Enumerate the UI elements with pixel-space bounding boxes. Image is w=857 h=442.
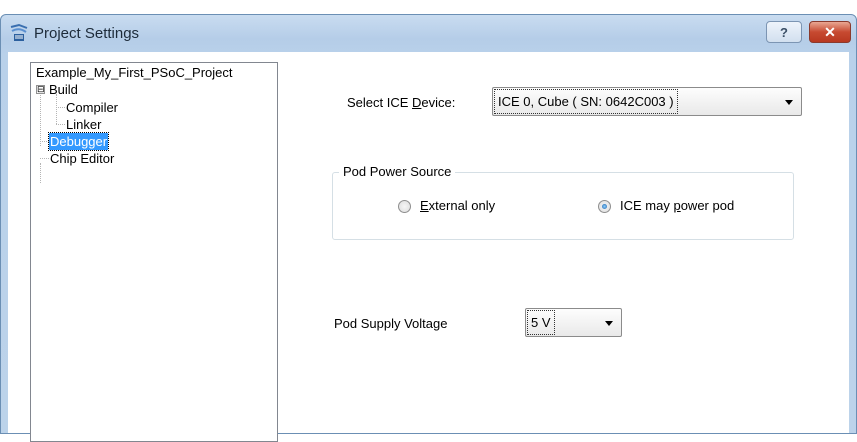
external-label-text: xternal only: [428, 198, 496, 213]
help-button[interactable]: ?: [766, 21, 802, 43]
pod-voltage-value: 5 V: [527, 310, 555, 335]
collapse-icon[interactable]: ⊟: [36, 85, 45, 94]
tree-connector: [40, 163, 41, 183]
tree-connector: [40, 158, 49, 159]
tree-item-linker[interactable]: Linker: [65, 116, 102, 133]
ice-device-label: Select ICE Device:: [347, 95, 455, 110]
dialog-client-area: Example_My_First_PSoC_Project ⊟ Build Co…: [8, 52, 849, 442]
tree-item-debugger[interactable]: Debugger: [47, 132, 110, 151]
settings-tree[interactable]: Example_My_First_PSoC_Project ⊟ Build Co…: [30, 62, 278, 442]
tree-connector: [56, 107, 65, 108]
ice-power-label-text: ICE may: [620, 198, 674, 213]
external-accel: E: [420, 198, 429, 213]
pod-voltage-select[interactable]: 5 V: [525, 308, 622, 337]
radio-external-only-label[interactable]: External only: [420, 198, 495, 213]
tree-item-project-root[interactable]: Example_My_First_PSoC_Project: [35, 64, 234, 81]
tree-connector: [40, 90, 41, 146]
ice-power-label-text: ower pod: [680, 198, 735, 213]
project-settings-dialog: Project Settings ? ✕ Example_My_First_PS…: [0, 14, 857, 442]
radio-external-only[interactable]: [398, 200, 411, 213]
tree-item-chip-editor[interactable]: Chip Editor: [49, 150, 115, 167]
ice-device-select[interactable]: ICE 0, Cube ( SN: 0642C003 ): [492, 87, 802, 116]
tree-connector: [56, 124, 65, 125]
tree-item-build[interactable]: Build: [48, 81, 79, 98]
tree-connector: [56, 94, 57, 124]
ice-device-label-text: Select ICE: [347, 95, 413, 110]
title-bar: Project Settings ? ✕: [1, 15, 856, 53]
chevron-down-icon: [605, 320, 613, 326]
window-title: Project Settings: [34, 25, 140, 42]
ice-device-label-text: evice:: [421, 95, 456, 110]
ice-device-label-accel: D: [412, 95, 422, 110]
radio-ice-may-power-pod-label[interactable]: ICE may power pod: [620, 198, 734, 213]
tree-connector: [40, 141, 49, 142]
cropped-caption-strip: ​: [0, 0, 857, 12]
close-button[interactable]: ✕: [809, 21, 851, 43]
pod-power-source-title: Pod Power Source: [339, 164, 456, 179]
pod-power-source-group: Pod Power Source External only ICE may p…: [332, 164, 794, 240]
psoc-designer-icon: [10, 23, 28, 41]
radio-ice-may-power-pod[interactable]: [598, 200, 611, 213]
tree-item-compiler[interactable]: Compiler: [65, 99, 119, 116]
ice-power-accel: p: [673, 198, 681, 213]
ice-device-value: ICE 0, Cube ( SN: 0642C003 ): [494, 89, 678, 114]
chevron-down-icon: [785, 99, 793, 105]
pod-voltage-label: Pod Supply Voltage: [334, 316, 448, 331]
